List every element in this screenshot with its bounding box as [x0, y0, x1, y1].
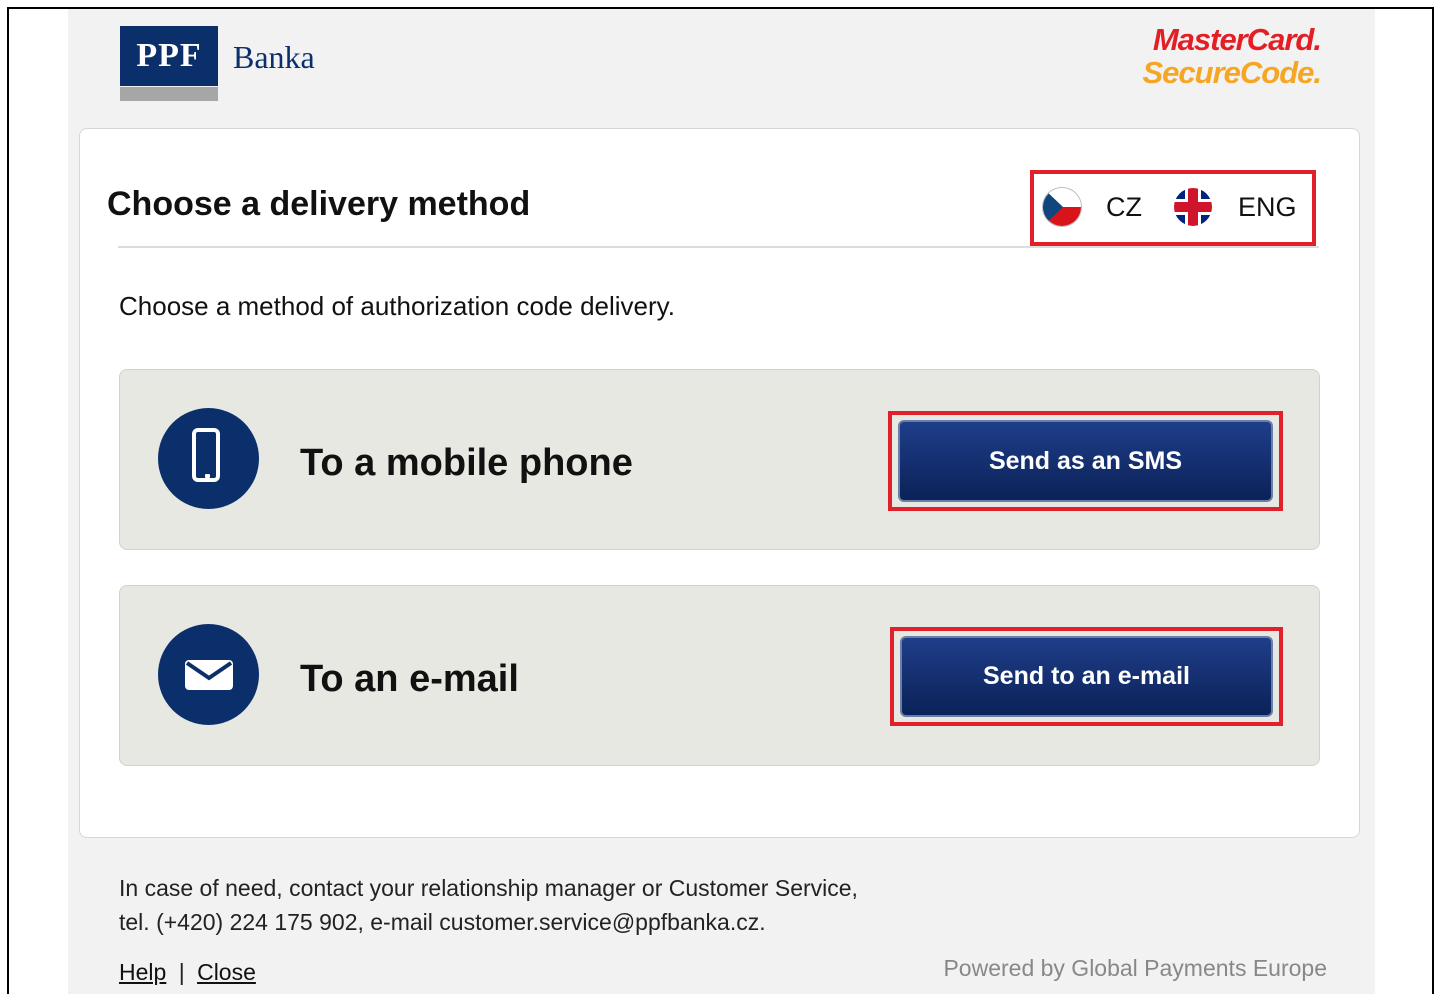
- title-divider: [118, 246, 1319, 248]
- send-sms-button[interactable]: Send as an SMS: [898, 420, 1273, 502]
- help-link[interactable]: Help: [119, 959, 166, 985]
- logo-underbar: [120, 87, 218, 101]
- powered-by-text: Powered by Global Payments Europe: [943, 955, 1327, 981]
- securecode-wordmark: SecureCode.: [1142, 55, 1322, 90]
- mobile-phone-icon: [158, 408, 259, 509]
- mastercard-securecode-logo: MasterCard. SecureCode.: [1142, 22, 1322, 90]
- send-email-button[interactable]: Send to an e-mail: [900, 636, 1273, 717]
- uk-flag-icon[interactable]: [1174, 188, 1212, 226]
- page-stage: PPF Banka MasterCard. SecureCode. Choose…: [68, 9, 1375, 994]
- card-title: Choose a delivery method: [107, 185, 531, 223]
- option-email-label: To an e-mail: [300, 658, 519, 700]
- mastercard-wordmark: MasterCard.: [1152, 22, 1322, 57]
- envelope-icon: [158, 624, 259, 725]
- contact-line-1: In case of need, contact your relationsh…: [119, 875, 858, 901]
- czech-flag-icon[interactable]: [1043, 188, 1081, 226]
- option-mobile-panel: To a mobile phone Send as an SMS: [119, 369, 1320, 550]
- language-eng-link[interactable]: ENG: [1238, 192, 1297, 223]
- link-separator: |: [178, 959, 185, 985]
- footer-links: Help | Close: [119, 959, 256, 986]
- sms-button-highlight: Send as an SMS: [888, 411, 1283, 511]
- browser-frame: PPF Banka MasterCard. SecureCode. Choose…: [7, 7, 1434, 994]
- contact-info: In case of need, contact your relationsh…: [119, 871, 858, 939]
- ppf-logo-name: Banka: [233, 39, 315, 75]
- ppf-logo-mark: PPF: [120, 26, 218, 86]
- email-button-highlight: Send to an e-mail: [890, 627, 1283, 726]
- option-mobile-label: To a mobile phone: [300, 442, 633, 484]
- intro-text: Choose a method of authorization code de…: [119, 291, 675, 321]
- language-cz-link[interactable]: CZ: [1106, 192, 1142, 223]
- option-email-panel: To an e-mail Send to an e-mail: [119, 585, 1320, 766]
- contact-line-2: tel. (+420) 224 175 902, e-mail customer…: [119, 909, 766, 935]
- close-link[interactable]: Close: [197, 959, 256, 985]
